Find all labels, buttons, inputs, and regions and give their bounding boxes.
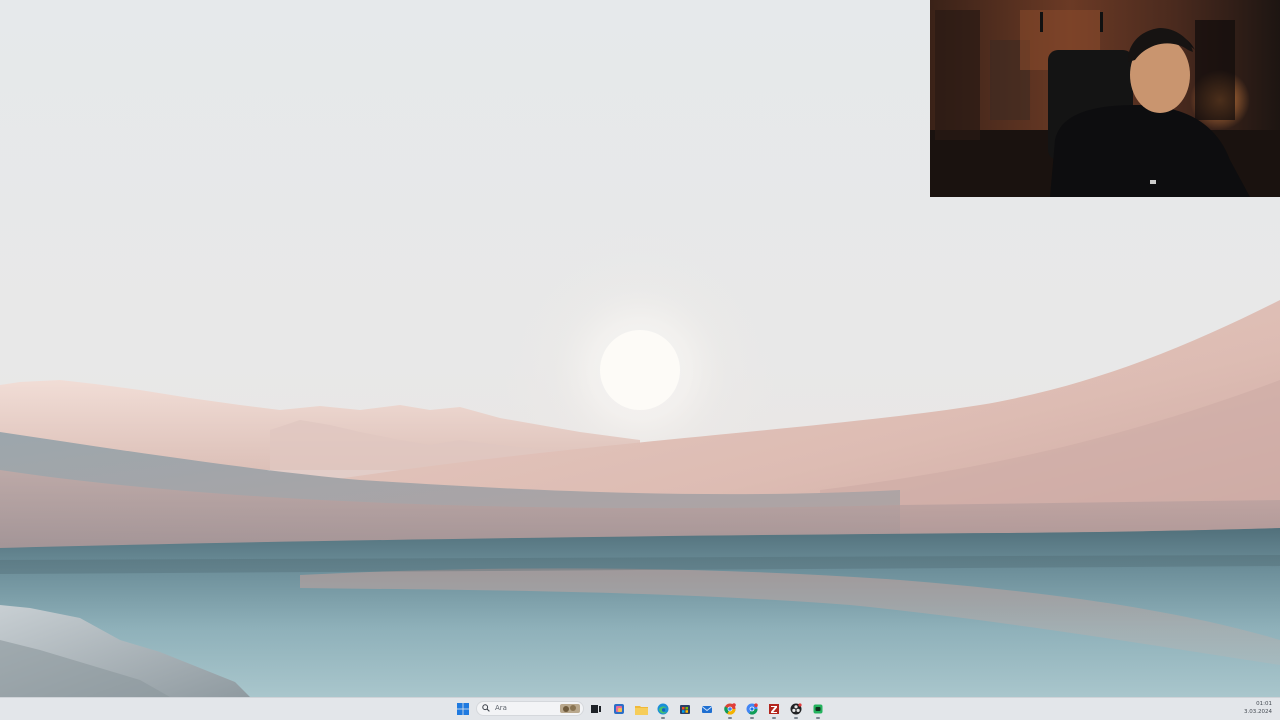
webcam-overlay	[930, 0, 1280, 197]
search-placeholder: Ara	[495, 704, 507, 712]
app-green-icon	[813, 704, 823, 714]
edge-button[interactable]	[656, 702, 670, 719]
chrome-profile-button[interactable]	[745, 702, 759, 719]
chrome-icon	[724, 703, 736, 715]
copilot-icon	[614, 704, 624, 714]
task-view-icon	[591, 705, 601, 713]
edge-icon	[657, 703, 669, 715]
filezilla-icon	[769, 704, 779, 714]
filezilla-button[interactable]	[767, 702, 781, 719]
file-explorer-icon	[634, 705, 648, 715]
file-explorer-button[interactable]	[634, 702, 648, 716]
taskbar-search-box[interactable]: Ara	[476, 701, 584, 716]
mail-icon	[701, 706, 713, 713]
desktop[interactable]: Ara 01:01 3.03.2024	[0, 0, 1280, 720]
system-clock[interactable]: 01:01 3.03.2024	[1232, 700, 1272, 716]
clock-date: 3.03.2024	[1244, 709, 1272, 715]
taskbar: Ara 01:01 3.03.2024	[0, 697, 1280, 720]
search-highlight-icon[interactable]	[560, 703, 580, 714]
store-icon	[680, 705, 690, 714]
green-app-button[interactable]	[811, 702, 825, 719]
chrome-button[interactable]	[723, 702, 737, 719]
obs-icon	[790, 703, 802, 715]
clock-time: 01:01	[1256, 701, 1272, 707]
mail-button[interactable]	[700, 702, 714, 716]
windows-logo-icon	[457, 703, 469, 715]
obs-button[interactable]	[789, 702, 803, 719]
search-icon	[482, 704, 490, 712]
task-view-button[interactable]	[589, 702, 603, 716]
store-button[interactable]	[678, 702, 692, 716]
webcam-feed-image	[930, 0, 1280, 197]
chrome-profile-icon	[746, 703, 758, 715]
copilot-button[interactable]	[612, 702, 626, 716]
start-button[interactable]	[456, 702, 470, 716]
